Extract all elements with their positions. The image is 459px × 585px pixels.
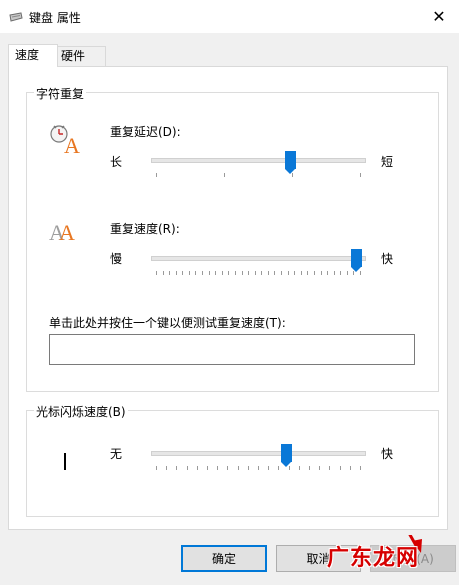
cursor-blink-ticks [156, 466, 361, 470]
slider-tick [278, 466, 280, 470]
svg-text:A: A [64, 133, 80, 155]
slider-tick [258, 466, 259, 470]
slider-tick [360, 466, 361, 470]
char-repeat-group: 字符重复 A 重复延迟(D): 长 短 A A 重复速度(R): 慢 快 单击此… [26, 85, 439, 392]
slider-tick [319, 466, 321, 470]
slider-tick [267, 271, 269, 275]
slider-tick [353, 271, 355, 275]
repeat-delay-track [151, 158, 366, 163]
slider-tick [287, 271, 289, 275]
slider-tick [237, 466, 239, 470]
slider-tick [254, 271, 256, 275]
slider-tick [175, 271, 177, 275]
slider-tick [227, 466, 229, 470]
slider-tick [215, 271, 217, 275]
slider-tick [309, 466, 310, 470]
repeat-rate-ticks [156, 271, 361, 275]
slider-tick [346, 271, 348, 275]
slider-tick [217, 466, 219, 470]
cursor-blink-group: 光标闪烁速度(B) 无 快 [26, 403, 439, 517]
slider-tick [202, 271, 204, 275]
slider-tick [234, 271, 236, 275]
repeat-delay-icon: A [48, 121, 82, 158]
repeat-rate-thumb[interactable] [351, 249, 362, 272]
close-button[interactable]: ✕ [419, 0, 459, 33]
cursor-blink-group-label: 光标闪烁速度(B) [34, 403, 128, 420]
slider-tick [169, 271, 171, 275]
slider-tick [307, 271, 309, 275]
repeat-delay-min-label: 长 [110, 155, 123, 169]
slider-tick [313, 271, 315, 275]
slider-tick [156, 271, 157, 275]
cursor-blink-track [151, 451, 366, 456]
slider-tick [228, 271, 230, 275]
slider-tick [327, 271, 329, 275]
tab-speed[interactable]: 速度 [8, 44, 58, 67]
cursor-blink-slider[interactable] [151, 444, 366, 470]
slider-tick [261, 271, 263, 275]
watermark: 广东龙网 [300, 535, 459, 585]
repeat-rate-track [151, 256, 366, 261]
slider-tick [186, 466, 188, 470]
repeat-delay-ticks [156, 173, 361, 177]
char-repeat-group-label: 字符重复 [34, 85, 87, 102]
slider-tick [224, 173, 225, 177]
slider-tick [221, 271, 223, 275]
slider-tick [360, 173, 361, 177]
repeat-delay-slider[interactable] [151, 151, 366, 177]
slider-tick [360, 271, 361, 275]
tab-hardware[interactable]: 硬件 [54, 46, 106, 66]
slider-tick [176, 466, 178, 470]
keyboard-icon [9, 11, 23, 22]
repeat-delay-thumb[interactable] [285, 151, 296, 174]
repeat-delay-max-label: 短 [381, 155, 394, 169]
slider-tick [292, 173, 293, 177]
slider-tick [182, 271, 184, 275]
slider-tick [207, 466, 208, 470]
repeat-test-label: 单击此处并按住一个键以便测试重复速度(T): [49, 316, 286, 330]
close-icon: ✕ [432, 7, 446, 26]
slider-tick [162, 271, 164, 275]
slider-tick [156, 173, 157, 177]
ok-button[interactable]: 确定 [181, 545, 267, 572]
slider-tick [300, 271, 302, 275]
slider-tick [196, 466, 198, 470]
cursor-blink-thumb[interactable] [281, 444, 292, 467]
repeat-delay-label: 重复延迟(D): [110, 125, 181, 139]
window-title: 键盘 属性 [29, 11, 81, 25]
slider-tick [294, 271, 296, 275]
cursor-blink-min-label: 无 [110, 447, 123, 461]
title-bar: 键盘 属性 ✕ [0, 0, 459, 33]
slider-tick [268, 466, 270, 470]
repeat-rate-slider[interactable] [151, 249, 366, 275]
slider-tick [349, 466, 351, 470]
slider-tick [333, 271, 335, 275]
text-cursor-icon [64, 453, 66, 470]
slider-tick [288, 466, 290, 470]
slider-tick [188, 271, 190, 275]
repeat-rate-label: 重复速度(R): [110, 222, 180, 236]
slider-tick [339, 466, 341, 470]
repeat-test-input[interactable] [49, 334, 415, 365]
slider-tick [248, 271, 250, 275]
cursor-blink-max-label: 快 [381, 447, 394, 461]
slider-tick [320, 271, 322, 275]
repeat-rate-min-label: 慢 [110, 252, 123, 266]
slider-tick [241, 271, 243, 275]
slider-tick [208, 271, 210, 275]
slider-tick [329, 466, 331, 470]
repeat-rate-max-label: 快 [381, 252, 394, 266]
slider-tick [195, 271, 197, 275]
repeat-rate-icon: A A [49, 218, 83, 247]
slider-tick [156, 466, 157, 470]
tab-panel-speed: 字符重复 A 重复延迟(D): 长 短 A A 重复速度(R): 慢 快 单击此… [8, 66, 448, 530]
slider-tick [281, 271, 283, 275]
slider-tick [274, 271, 276, 275]
slider-tick [298, 466, 300, 470]
slider-tick [340, 271, 342, 275]
slider-tick [247, 466, 249, 470]
slider-tick [166, 466, 168, 470]
svg-text:A: A [59, 220, 75, 244]
watermark-text: 广东龙网 [327, 546, 420, 571]
